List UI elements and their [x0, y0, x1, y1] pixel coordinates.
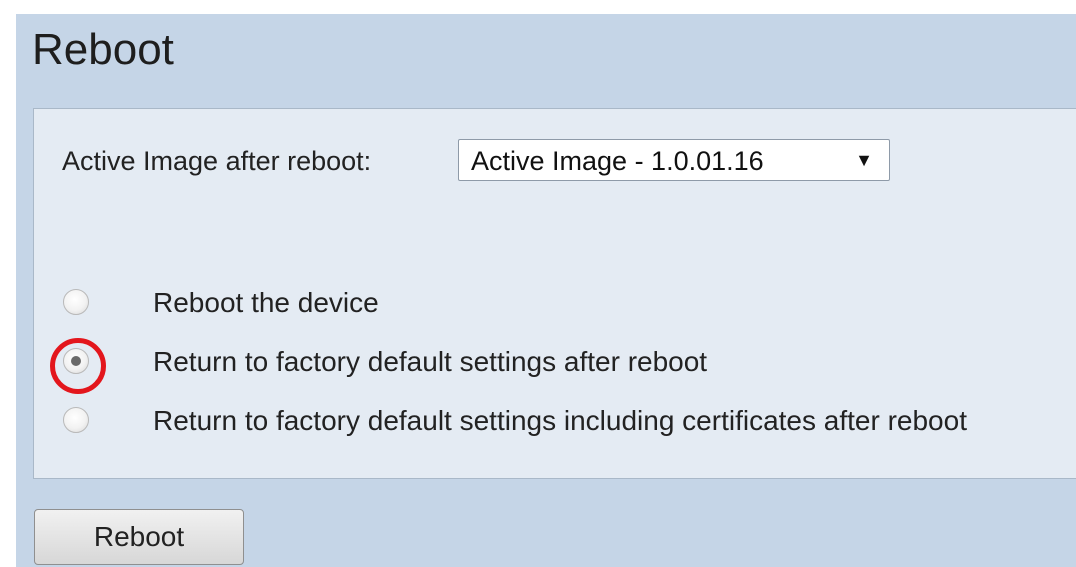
option-factory-default-certificates[interactable]: Return to factory default settings inclu…	[62, 403, 1076, 443]
active-image-label: Active Image after reboot:	[62, 146, 372, 176]
highlight-circle	[50, 338, 106, 394]
reboot-button[interactable]: Reboot	[34, 509, 244, 565]
factory-default-radio[interactable]	[50, 338, 106, 394]
page-title: Reboot	[32, 25, 174, 74]
reboot-page: Reboot Active Image after reboot: Active…	[16, 14, 1076, 567]
factory-default-certificates-radio[interactable]	[63, 407, 89, 433]
option-factory-default[interactable]: Return to factory default settings after…	[50, 338, 1076, 394]
active-image-select[interactable]: Active Image - 1.0.01.16 ▼	[458, 139, 890, 181]
dropdown-arrow-icon[interactable]: ▼	[855, 149, 873, 171]
reboot-device-radio[interactable]	[63, 289, 89, 315]
factory-default-label[interactable]: Return to factory default settings after…	[153, 344, 707, 380]
reboot-device-label[interactable]: Reboot the device	[153, 285, 379, 321]
reboot-options-panel: Active Image after reboot: Active Image …	[33, 108, 1076, 479]
active-image-select-value: Active Image - 1.0.01.16	[471, 146, 764, 176]
option-reboot-device[interactable]: Reboot the device	[62, 285, 1076, 325]
factory-default-certificates-label[interactable]: Return to factory default settings inclu…	[153, 403, 967, 439]
